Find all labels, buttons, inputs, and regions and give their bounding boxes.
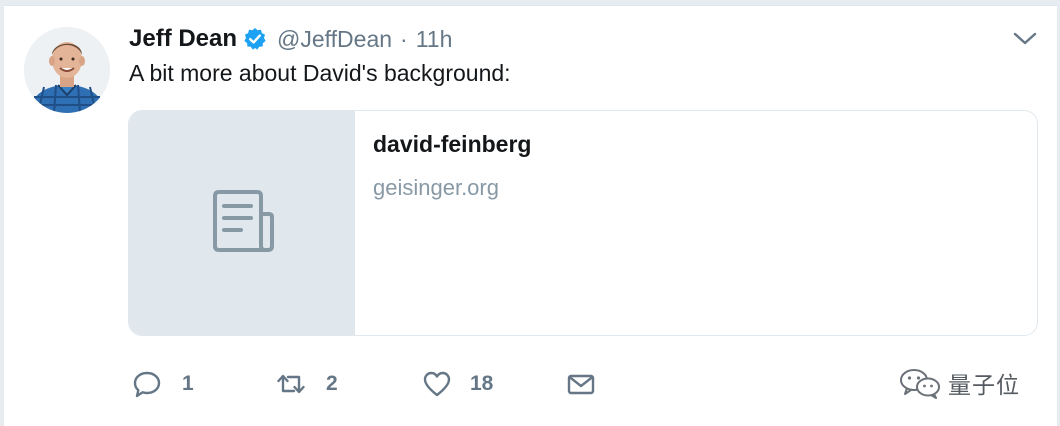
retweet-count: 2 bbox=[326, 372, 338, 395]
card-thumbnail bbox=[129, 111, 355, 335]
like-button[interactable]: 18 bbox=[422, 364, 493, 404]
reply-button[interactable]: 1 bbox=[132, 364, 194, 404]
heart-icon bbox=[423, 371, 451, 397]
watermark-text: 量子位 bbox=[948, 372, 1020, 398]
reply-icon bbox=[133, 371, 161, 398]
author-name[interactable]: Jeff Dean bbox=[129, 25, 237, 53]
tweet-header: Jeff Dean @JeffDean · 11h bbox=[129, 22, 452, 56]
retweet-button[interactable]: 2 bbox=[276, 364, 338, 404]
author-handle[interactable]: @JeffDean bbox=[277, 26, 392, 53]
like-count: 18 bbox=[470, 372, 494, 395]
chevron-down-icon[interactable] bbox=[1012, 29, 1038, 49]
card-title: david-feinberg bbox=[373, 131, 532, 157]
timeline-left-border bbox=[0, 5, 4, 426]
retweet-icon bbox=[277, 374, 305, 394]
reply-count: 1 bbox=[182, 372, 194, 395]
direct-message-button[interactable] bbox=[566, 364, 596, 404]
verified-badge-icon bbox=[243, 27, 267, 51]
avatar[interactable] bbox=[24, 27, 110, 113]
document-icon bbox=[209, 188, 275, 259]
timestamp[interactable]: 11h bbox=[416, 26, 453, 53]
wechat-icon bbox=[900, 369, 940, 399]
timeline-divider bbox=[0, 5, 1060, 6]
envelope-icon bbox=[567, 374, 595, 395]
card-domain: geisinger.org bbox=[373, 175, 499, 200]
link-card[interactable]: david-feinberg geisinger.org bbox=[128, 110, 1038, 336]
watermark: 量子位 bbox=[898, 366, 1020, 400]
tweet-text: A bit more about David's background: bbox=[129, 60, 511, 86]
header-separator: · bbox=[400, 25, 408, 52]
